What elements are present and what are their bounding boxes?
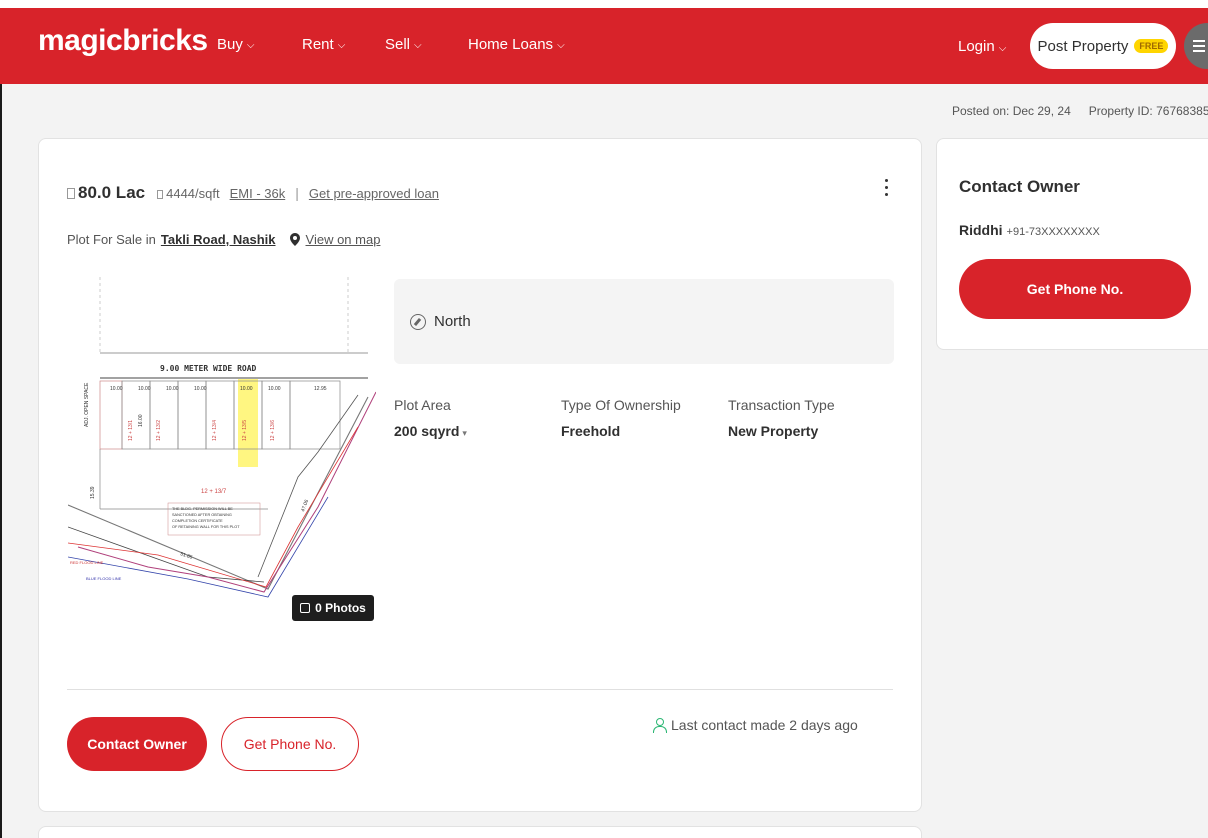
owner-phone: +91-73XXXXXXXX	[1006, 226, 1100, 238]
caret-down-icon: ▾	[462, 428, 467, 438]
attr-transaction: Transaction Type New Property	[728, 397, 835, 439]
pre-approved-loan-link[interactable]: Get pre-approved loan	[309, 186, 439, 201]
attr-plot-area: Plot Area 200 sqyrd ▾	[394, 397, 467, 439]
plot-main-label: 12 + 13/7	[201, 489, 227, 495]
owner-card-title: Contact Owner	[959, 177, 1080, 196]
chevron-down-icon: ⌵	[337, 40, 346, 51]
listing-subtitle: Plot For Sale in Takli Road, Nashik View…	[67, 232, 380, 247]
listing-meta: Posted on: Dec 29, 24 Property ID: 767683…	[952, 104, 1208, 118]
owner-name: Riddhi	[959, 222, 1003, 238]
rupee-icon	[67, 188, 75, 199]
attr-value: New Property	[728, 423, 819, 439]
person-icon	[653, 718, 667, 733]
nav-home-loans-label: Home Loans	[468, 36, 554, 53]
view-on-map-link[interactable]: View on map	[306, 232, 381, 247]
free-badge: FREE	[1134, 39, 1169, 53]
login-menu[interactable]: Login ⌵	[958, 38, 1006, 55]
nav-buy[interactable]: Buy ⌵	[217, 36, 254, 53]
attr-ownership: Type Of Ownership Freehold	[561, 397, 681, 439]
attr-label: Type Of Ownership	[561, 397, 681, 413]
dim-label: 10.00	[240, 386, 253, 392]
dim-label: 16.00	[138, 414, 144, 427]
plot-label: 12 + 13/5	[242, 420, 248, 441]
attr-value: Freehold	[561, 423, 621, 439]
plan-note-line: OF RETAINING WALL FOR THIS PLOT	[172, 525, 240, 529]
last-contact-text: Last contact made 2 days ago	[671, 717, 858, 733]
plot-label: 12 + 13/1	[128, 420, 134, 441]
price-per-sqft: 4444/sqft	[157, 186, 220, 201]
next-listing-card	[38, 826, 922, 838]
dim-label: 10.00	[138, 386, 151, 392]
plot-label: 12 + 13/6	[270, 420, 276, 441]
divider	[67, 689, 893, 690]
contact-owner-button[interactable]: Contact Owner	[67, 717, 207, 771]
nav-buy-label: Buy	[217, 36, 243, 53]
blue-flood-label: BLUE FLOOD LINE	[86, 576, 122, 581]
price-row: 80.0 Lac 4444/sqft EMI - 36k | Get pre-a…	[67, 183, 439, 203]
attr-label: Transaction Type	[728, 397, 835, 413]
listing-card: 80.0 Lac 4444/sqft EMI - 36k | Get pre-a…	[38, 138, 922, 812]
hamburger-menu-button[interactable]	[1184, 23, 1208, 69]
compass-icon	[410, 313, 426, 330]
plot-label: 12 + 13/2	[156, 420, 162, 441]
price-value: 80.0 Lac	[78, 183, 146, 202]
dim-label: 15.39	[90, 486, 96, 499]
subtitle-prefix: Plot For Sale in	[67, 232, 156, 247]
dim-label: 10.00	[166, 386, 179, 392]
chevron-down-icon: ⌵	[414, 40, 422, 51]
nav-home-loans[interactable]: Home Loans ⌵	[468, 36, 565, 53]
image-icon	[300, 603, 311, 613]
nav-rent-label: Rent	[302, 36, 334, 53]
attr-label: Plot Area	[394, 397, 451, 413]
nav-rent[interactable]: Rent ⌵	[302, 36, 345, 53]
plot-area-dropdown[interactable]: 200 sqyrd ▾	[394, 423, 467, 439]
separator: |	[295, 185, 299, 201]
emi-link[interactable]: EMI - 36k	[230, 186, 286, 201]
attr-value: 200 sqyrd	[394, 423, 460, 439]
posted-on: Posted on: Dec 29, 24	[952, 104, 1071, 118]
top-header: magicbricks Buy ⌵ Rent ⌵ Sell ⌵ Home Loans ⌵…	[0, 0, 1208, 84]
price: 80.0 Lac	[67, 183, 145, 203]
facing-panel: North	[394, 279, 894, 364]
plot-label: 12 + 13/4	[212, 420, 218, 441]
plan-note-line: SANCTIONED AFTER OBTAINING	[172, 513, 232, 517]
facing-value: North	[434, 313, 471, 330]
road-label: 9.00 METER WIDE ROAD	[160, 364, 257, 373]
post-property-label: Post Property	[1037, 37, 1129, 55]
chevron-down-icon: ⌵	[246, 40, 255, 51]
map-pin-icon	[289, 233, 300, 246]
open-space-label: ADJ. OPEN SPACE	[84, 382, 90, 427]
plan-note-line: COMPLETION CERTIFICATE	[172, 519, 223, 523]
chevron-down-icon: ⌵	[557, 40, 565, 51]
dim-label: 12.95	[314, 386, 327, 392]
post-property-button[interactable]: Post Property FREE	[1030, 23, 1176, 69]
property-id: Property ID: 76768385	[1088, 104, 1208, 118]
chevron-down-icon: ⌵	[998, 43, 1007, 54]
last-contact-info: Last contact made 2 days ago	[653, 717, 858, 733]
red-flood-label: RED FLOOD LINE	[70, 560, 104, 565]
nav-sell[interactable]: Sell ⌵	[385, 36, 422, 53]
window-edge	[0, 84, 2, 838]
login-label: Login	[958, 38, 995, 55]
contact-owner-card: Contact Owner Riddhi +91-73XXXXXXXX Get P…	[936, 138, 1208, 350]
photos-count-badge[interactable]: 0 Photos	[292, 595, 374, 621]
more-options-icon[interactable]	[885, 179, 888, 196]
location-link[interactable]: Takli Road, Nashik	[161, 232, 276, 247]
plan-note-line: THE BLDG. PERMISSION WILL BE	[172, 507, 233, 511]
dim-label: 10.00	[194, 386, 207, 392]
property-photo[interactable]: 9.00 METER WIDE ROAD 10.00 10.00 10.00 1…	[68, 277, 376, 639]
logo[interactable]: magicbricks	[38, 24, 208, 58]
photos-count: 0 Photos	[315, 601, 366, 615]
get-phone-button[interactable]: Get Phone No.	[221, 717, 359, 771]
rupee-icon	[157, 190, 164, 199]
dim-label: 10.00	[110, 386, 123, 392]
nav-sell-label: Sell	[385, 36, 411, 53]
hamburger-icon	[1193, 40, 1205, 52]
plot-plan-drawing: 9.00 METER WIDE ROAD 10.00 10.00 10.00 1…	[68, 277, 376, 639]
owner-get-phone-button[interactable]: Get Phone No.	[959, 259, 1191, 319]
owner-info: Riddhi +91-73XXXXXXXX	[959, 222, 1100, 238]
dim-label: 10.00	[268, 386, 281, 392]
price-per-sqft-value: 4444/sqft	[166, 186, 220, 201]
